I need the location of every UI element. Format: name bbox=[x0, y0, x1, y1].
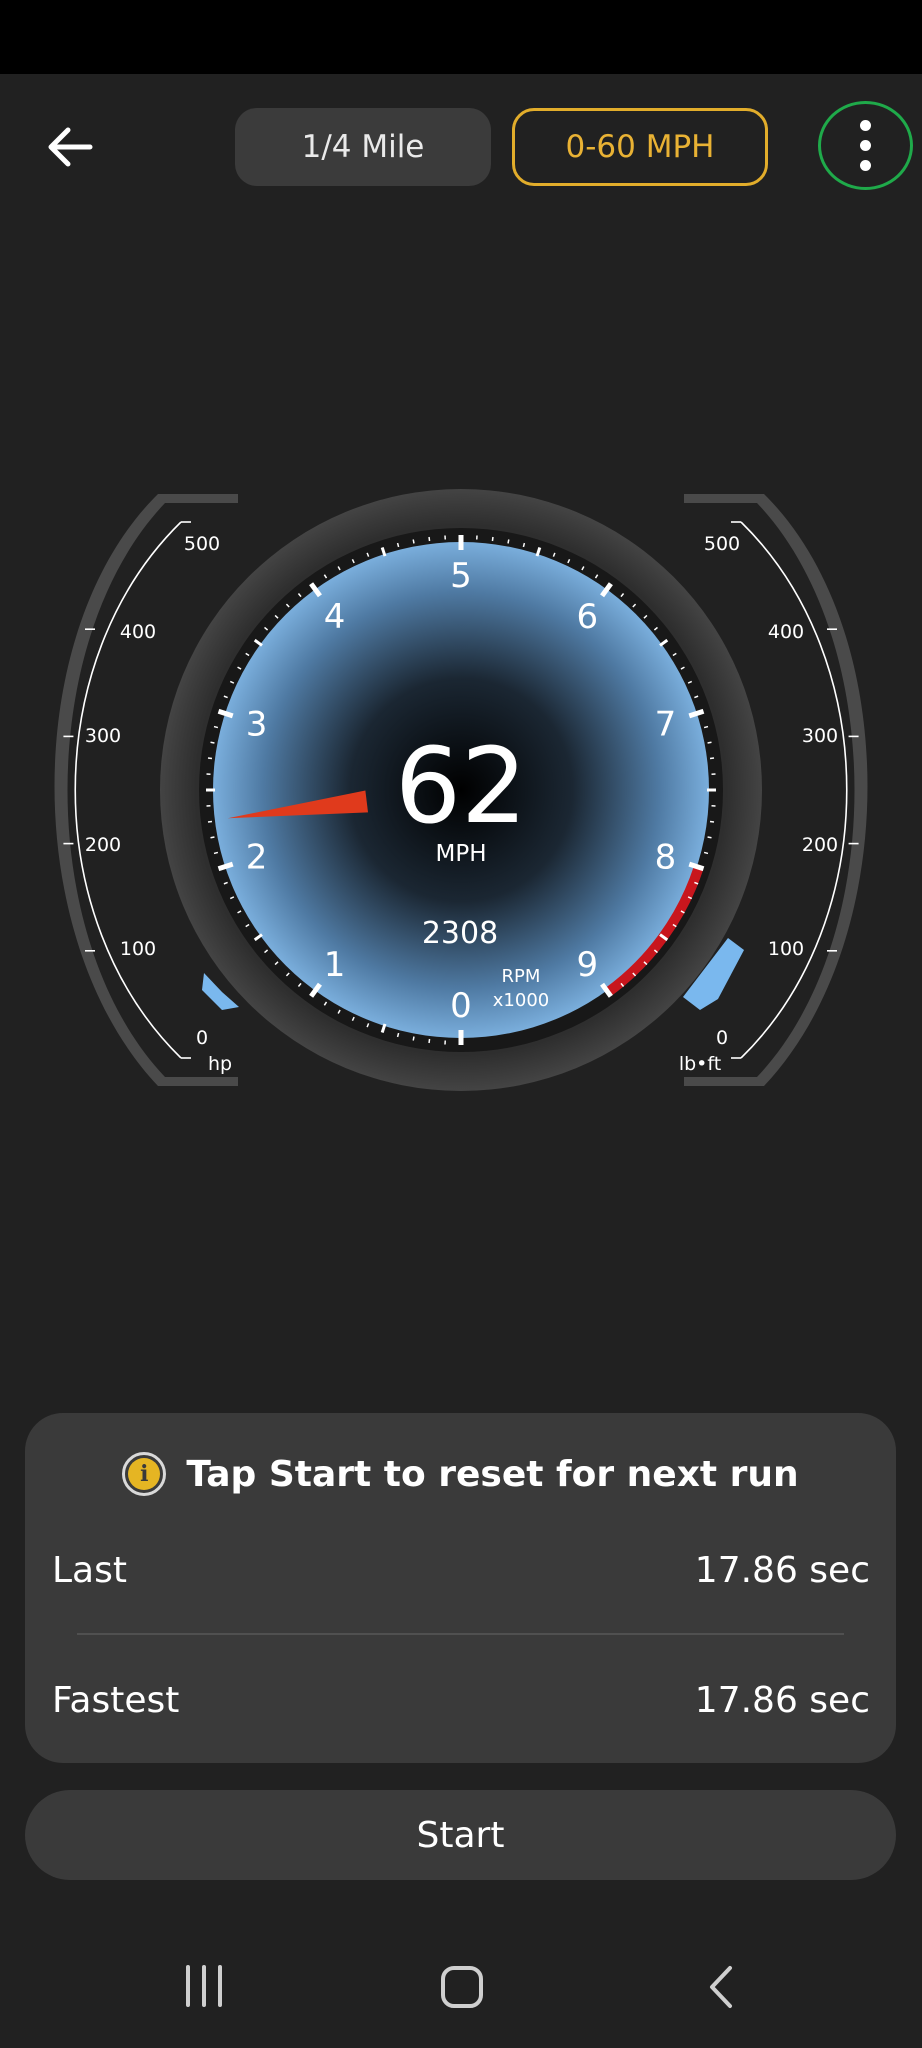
system-nav-bar bbox=[0, 1930, 922, 2048]
tab-quarter-mile[interactable]: 1/4 Mile bbox=[235, 108, 491, 186]
rpm-tick bbox=[207, 757, 213, 760]
last-run-row: Last 17.86 sec bbox=[52, 1540, 870, 1600]
start-button[interactable]: Start bbox=[25, 1790, 896, 1880]
hp-label-400: 400 bbox=[120, 621, 156, 643]
rpm-tick bbox=[709, 757, 715, 760]
rpm-tick bbox=[491, 536, 494, 542]
torque-unit-label: lb•ft bbox=[679, 1053, 721, 1075]
status-bar bbox=[0, 0, 922, 74]
rpm-tick bbox=[709, 820, 715, 823]
rpm-dial-label: 1 bbox=[324, 945, 346, 985]
rpm-tick bbox=[707, 836, 712, 839]
arrow-left-icon bbox=[48, 127, 93, 167]
speed-unit: MPH bbox=[435, 841, 486, 867]
torque-label-500: 500 bbox=[704, 533, 740, 555]
home-icon[interactable] bbox=[440, 1965, 484, 2009]
fastest-run-row: Fastest 17.86 sec bbox=[52, 1670, 870, 1730]
divider bbox=[77, 1633, 844, 1635]
recents-icon[interactable] bbox=[182, 1965, 226, 2007]
rpm-tick bbox=[707, 741, 712, 744]
rpm-unit: RPM bbox=[502, 966, 541, 987]
rpm-tick bbox=[213, 851, 219, 855]
rpm-tick bbox=[396, 1032, 400, 1038]
hp-unit-label: hp bbox=[208, 1053, 232, 1075]
rpm-dial-label: 0 bbox=[450, 986, 472, 1026]
rpm-dial-label: 9 bbox=[577, 945, 599, 985]
tab-zero-to-sixty[interactable]: 0-60 MPH bbox=[512, 108, 768, 186]
rpm-scale: x1000 bbox=[493, 990, 549, 1011]
rpm-tick bbox=[522, 542, 526, 548]
back-button[interactable] bbox=[40, 118, 104, 176]
rpm-tick bbox=[703, 851, 709, 855]
hp-label-300: 300 bbox=[85, 725, 121, 747]
rpm-dial-label: 2 bbox=[246, 837, 268, 877]
rpm-tick bbox=[412, 1036, 415, 1041]
torque-label-100: 100 bbox=[768, 938, 804, 960]
rpm-tick bbox=[396, 542, 400, 548]
last-label: Last bbox=[52, 1549, 127, 1591]
rpm-dial-label: 4 bbox=[324, 597, 346, 637]
hp-label-0: 0 bbox=[196, 1027, 208, 1049]
more-vertical-icon bbox=[860, 160, 871, 171]
rpm-dial-label: 3 bbox=[246, 705, 268, 745]
hp-label-200: 200 bbox=[85, 834, 121, 856]
rpm-value: 2308 bbox=[422, 916, 498, 951]
rpm-tick bbox=[412, 539, 415, 544]
info-message: i Tap Start to reset for next run bbox=[25, 1435, 896, 1513]
torque-label-200: 200 bbox=[802, 834, 838, 856]
more-options-button[interactable] bbox=[818, 101, 913, 190]
rpm-tick bbox=[507, 539, 510, 544]
more-vertical-icon bbox=[860, 120, 871, 131]
fastest-label: Fastest bbox=[52, 1679, 180, 1721]
speed-value: 62 bbox=[395, 725, 527, 847]
fastest-value: 17.86 sec bbox=[694, 1679, 870, 1721]
more-vertical-icon bbox=[860, 140, 871, 151]
rpm-dial-label: 7 bbox=[655, 705, 677, 745]
rpm-tick bbox=[213, 725, 219, 729]
rpm-dial-label: 5 bbox=[450, 556, 472, 596]
rpm-tick bbox=[703, 725, 709, 729]
rpm-tick bbox=[428, 1038, 431, 1044]
rpm-tick bbox=[428, 536, 431, 542]
rpm-tick bbox=[210, 836, 215, 839]
last-value: 17.86 sec bbox=[694, 1549, 870, 1591]
rpm-dial-label: 6 bbox=[577, 597, 599, 637]
rpm-tick bbox=[207, 820, 213, 823]
torque-label-0: 0 bbox=[716, 1027, 728, 1049]
hp-label-100: 100 bbox=[120, 938, 156, 960]
torque-label-400: 400 bbox=[768, 621, 804, 643]
info-icon: i bbox=[122, 1452, 167, 1496]
nav-back-icon[interactable] bbox=[704, 1965, 740, 2009]
rpm-dial-label: 8 bbox=[655, 837, 677, 877]
rpm-tick bbox=[210, 741, 215, 744]
torque-label-300: 300 bbox=[802, 725, 838, 747]
hp-label-500: 500 bbox=[184, 533, 220, 555]
info-message-text: Tap Start to reset for next run bbox=[186, 1453, 799, 1495]
